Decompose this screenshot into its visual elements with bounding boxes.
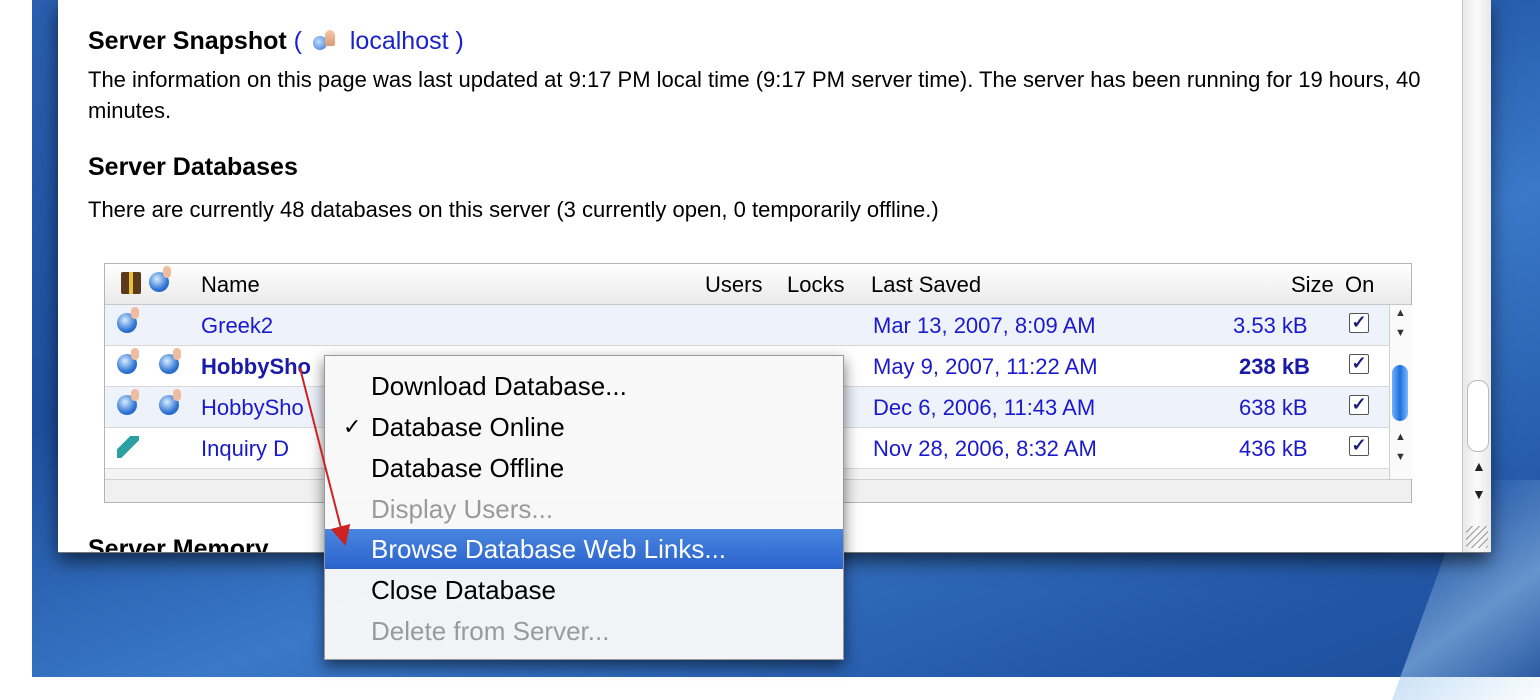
- feather-icon: [117, 436, 139, 458]
- table-scroll-thumb[interactable]: [1392, 365, 1408, 421]
- row-name[interactable]: Greek2: [201, 313, 273, 339]
- menu-item-download-database[interactable]: Download Database...: [325, 366, 843, 406]
- table-scrollbar[interactable]: ▲ ▼ ▲ ▼: [1389, 305, 1412, 479]
- resize-grip-icon[interactable]: [1466, 526, 1488, 548]
- menu-item-label: Close Database: [371, 575, 556, 605]
- checkbox-icon[interactable]: ✓: [1349, 395, 1369, 415]
- menu-item-label: Download Database...: [371, 371, 627, 401]
- menu-item-browse-web-links[interactable]: Browse Database Web Links...: [325, 529, 843, 569]
- row-last-saved: Dec 6, 2006, 11:43 AM: [873, 395, 1096, 420]
- snapshot-heading: Server Snapshot ( localhost ): [88, 22, 1468, 60]
- globe-icon: [117, 348, 139, 374]
- row-last-saved: Nov 28, 2006, 8:32 AM: [873, 436, 1097, 461]
- menu-item-label: Delete from Server...: [371, 616, 610, 646]
- snapshot-info: The information on this page was last up…: [88, 67, 1421, 123]
- menu-item-close-database[interactable]: Close Database: [325, 570, 843, 610]
- menu-item-database-offline[interactable]: Database Offline: [325, 448, 843, 488]
- row-size: 436 kB: [1239, 436, 1308, 461]
- row-last-saved: May 9, 2007, 11:22 AM: [873, 354, 1098, 379]
- table-header: Name Users Locks Last Saved Size On: [105, 264, 1411, 305]
- gift-icon[interactable]: [121, 272, 141, 294]
- col-users[interactable]: Users: [705, 272, 762, 298]
- menu-item-label: Database Offline: [371, 453, 565, 483]
- col-on[interactable]: On: [1345, 272, 1374, 298]
- window-scrollbar[interactable]: ▲ ▼: [1462, 0, 1491, 552]
- globe-icon[interactable]: [149, 266, 171, 292]
- scroll-down-icon[interactable]: ▼: [1395, 327, 1406, 339]
- row-last-saved: Mar 13, 2007, 8:09 AM: [873, 313, 1096, 338]
- globe-icon: [117, 307, 139, 333]
- row-size: 3.53 kB: [1233, 313, 1308, 338]
- window-content: Server Snapshot ( localhost ) The inform…: [88, 22, 1468, 225]
- scroll-up-icon[interactable]: ▲: [1472, 458, 1486, 474]
- globe-icon: [159, 348, 181, 374]
- col-size[interactable]: Size: [1291, 272, 1334, 298]
- row-name[interactable]: HobbySho: [201, 395, 304, 421]
- row-name[interactable]: HobbySho: [201, 354, 311, 380]
- checkbox-icon[interactable]: ✓: [1349, 436, 1369, 456]
- scroll-down-icon[interactable]: ▼: [1472, 486, 1486, 502]
- paren-open: (: [293, 27, 302, 55]
- col-last-saved[interactable]: Last Saved: [871, 272, 981, 298]
- col-name[interactable]: Name: [201, 272, 260, 298]
- table-row[interactable]: Greek2 Mar 13, 2007, 8:09 AM 3.53 kB ✓: [105, 305, 1389, 346]
- globe-icon: [159, 389, 181, 415]
- row-name[interactable]: Inquiry D: [201, 436, 289, 462]
- databases-heading: Server Databases: [88, 153, 298, 181]
- globe-icon: [117, 389, 139, 415]
- checkbox-icon[interactable]: ✓: [1349, 313, 1369, 333]
- snapshot-title: Server Snapshot: [88, 27, 287, 55]
- context-menu: Download Database... ✓ Database Online D…: [324, 355, 844, 660]
- menu-item-database-online[interactable]: ✓ Database Online: [325, 407, 843, 447]
- host-name[interactable]: localhost: [350, 27, 449, 55]
- host-link[interactable]: ( localhost ): [294, 27, 464, 55]
- col-locks[interactable]: Locks: [787, 272, 844, 298]
- host-icon: [312, 30, 339, 52]
- scroll-down-icon[interactable]: ▼: [1395, 451, 1406, 463]
- scroll-up-icon[interactable]: ▲: [1395, 307, 1406, 319]
- menu-item-label: Browse Database Web Links...: [371, 534, 727, 564]
- row-size: 238 kB: [1239, 354, 1310, 379]
- row-size: 638 kB: [1239, 395, 1308, 420]
- paren-close: ): [455, 27, 464, 55]
- memory-heading-partial: Server Memory: [88, 535, 269, 552]
- menu-item-delete-from-server: Delete from Server...: [325, 611, 843, 651]
- scroll-up-icon[interactable]: ▲: [1395, 431, 1406, 443]
- databases-summary: There are currently 48 databases on this…: [88, 197, 939, 222]
- menu-item-label: Display Users...: [371, 494, 554, 524]
- window-scroll-track[interactable]: [1467, 380, 1489, 452]
- checkmark-icon: ✓: [343, 414, 362, 439]
- menu-item-label: Database Online: [371, 412, 565, 442]
- checkbox-icon[interactable]: ✓: [1349, 354, 1369, 374]
- menu-item-display-users: Display Users...: [325, 489, 843, 529]
